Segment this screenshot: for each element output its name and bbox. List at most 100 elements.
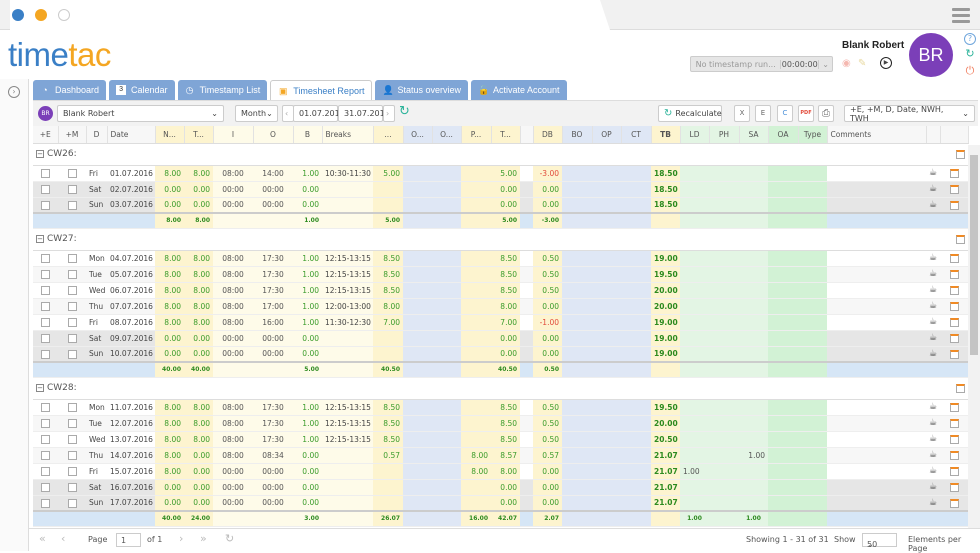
- stop-icon[interactable]: ◉: [842, 58, 851, 69]
- day-detail-icon[interactable]: [949, 402, 959, 412]
- add-e-checkbox[interactable]: [41, 402, 50, 412]
- week-calendar-icon[interactable]: [940, 143, 968, 166]
- break-icon[interactable]: ☕: [929, 184, 937, 194]
- day-detail-icon[interactable]: [949, 285, 959, 295]
- tab-timesheet-report[interactable]: ▣ Timesheet Report: [270, 80, 373, 100]
- column-header[interactable]: O...: [403, 126, 433, 144]
- add-m-checkbox[interactable]: [67, 253, 77, 263]
- column-header[interactable]: O: [253, 126, 294, 144]
- column-header[interactable]: N...: [155, 126, 185, 144]
- prev-page-button[interactable]: ‹: [61, 532, 65, 545]
- add-m-checkbox[interactable]: [67, 168, 77, 178]
- day-detail-icon[interactable]: [949, 349, 959, 359]
- add-e-checkbox[interactable]: [41, 184, 50, 194]
- column-header[interactable]: T...: [184, 126, 214, 144]
- add-e-checkbox[interactable]: [41, 333, 50, 343]
- add-e-checkbox[interactable]: [41, 253, 50, 263]
- window-maximize-button[interactable]: [58, 9, 70, 21]
- break-icon[interactable]: ☕: [929, 269, 937, 279]
- add-m-checkbox[interactable]: [67, 200, 77, 210]
- edit-icon[interactable]: ✎: [858, 58, 866, 69]
- next-page-button[interactable]: ›: [179, 532, 183, 545]
- next-period-button[interactable]: ›: [383, 105, 395, 122]
- add-e-checkbox[interactable]: [41, 450, 50, 460]
- day-detail-icon[interactable]: [949, 317, 959, 327]
- day-detail-icon[interactable]: [949, 333, 959, 343]
- day-detail-icon[interactable]: [949, 418, 959, 428]
- add-m-checkbox[interactable]: [67, 402, 77, 412]
- week-calendar-icon[interactable]: [940, 228, 968, 251]
- day-detail-icon[interactable]: [949, 184, 959, 194]
- add-m-checkbox[interactable]: [67, 482, 77, 492]
- column-header[interactable]: TB: [651, 126, 681, 144]
- play-icon[interactable]: ▶: [880, 57, 892, 69]
- add-e-checkbox[interactable]: [41, 168, 50, 178]
- tab-calendar[interactable]: 3 Calendar: [109, 80, 175, 100]
- add-m-checkbox[interactable]: [67, 418, 77, 428]
- collapse-icon[interactable]: −: [36, 235, 44, 243]
- day-detail-icon[interactable]: [949, 434, 959, 444]
- column-header[interactable]: T...: [491, 126, 521, 144]
- column-header[interactable]: ...: [373, 126, 404, 144]
- refresh-icon[interactable]: ↻: [399, 104, 410, 119]
- column-header[interactable]: +E: [33, 126, 59, 144]
- collapse-icon[interactable]: −: [36, 384, 44, 392]
- menu-icon[interactable]: [952, 8, 970, 26]
- refresh-icon[interactable]: ↻: [964, 48, 976, 60]
- day-detail-icon[interactable]: [949, 450, 959, 460]
- help-icon[interactable]: ?: [964, 33, 976, 45]
- week-group-header[interactable]: − CW27:: [33, 228, 968, 251]
- export-csv-button[interactable]: C: [777, 105, 793, 122]
- week-group-header[interactable]: − CW28:: [33, 377, 968, 400]
- add-e-checkbox[interactable]: [41, 498, 50, 508]
- add-m-checkbox[interactable]: [67, 466, 77, 476]
- tab-timestamp-list[interactable]: ◷ Timestamp List: [177, 80, 268, 100]
- break-icon[interactable]: ☕: [929, 418, 937, 428]
- break-icon[interactable]: ☕: [929, 301, 937, 311]
- column-header[interactable]: P...: [461, 126, 492, 144]
- add-m-checkbox[interactable]: [67, 317, 77, 327]
- column-header[interactable]: D: [86, 126, 108, 144]
- column-header[interactable]: +M: [58, 126, 87, 144]
- add-m-checkbox[interactable]: [67, 184, 77, 194]
- week-group-header[interactable]: − CW26:: [33, 143, 968, 166]
- column-header[interactable]: Type: [798, 126, 828, 144]
- add-m-checkbox[interactable]: [67, 333, 77, 343]
- column-header[interactable]: OA: [768, 126, 799, 144]
- timestamp-status[interactable]: No timestamp run... 00:00:00 ⌄: [690, 56, 833, 72]
- add-e-checkbox[interactable]: [41, 482, 50, 492]
- add-m-checkbox[interactable]: [67, 269, 77, 279]
- export-pdf-button[interactable]: PDF: [798, 105, 814, 122]
- column-header[interactable]: O...: [432, 126, 462, 144]
- column-header[interactable]: [926, 126, 941, 144]
- break-icon[interactable]: ☕: [929, 466, 937, 476]
- column-header[interactable]: OP: [592, 126, 622, 144]
- scrollbar-thumb[interactable]: [970, 155, 978, 355]
- break-icon[interactable]: ☕: [929, 434, 937, 444]
- add-e-checkbox[interactable]: [41, 317, 50, 327]
- break-icon[interactable]: ☕: [929, 402, 937, 412]
- add-e-checkbox[interactable]: [41, 418, 50, 428]
- date-to-input[interactable]: 31.07.2016: [338, 105, 390, 122]
- add-e-checkbox[interactable]: [41, 349, 50, 359]
- column-header[interactable]: LD: [680, 126, 710, 144]
- tab-status-overview[interactable]: 👤 Status overview: [375, 80, 468, 100]
- add-e-checkbox[interactable]: [41, 269, 50, 279]
- chevron-down-icon[interactable]: ⌄: [818, 59, 832, 69]
- column-header[interactable]: [520, 126, 534, 144]
- column-header[interactable]: B: [293, 126, 323, 144]
- power-icon[interactable]: ⏻: [964, 65, 976, 77]
- add-m-checkbox[interactable]: [67, 434, 77, 444]
- add-e-checkbox[interactable]: [41, 434, 50, 444]
- column-header[interactable]: BO: [562, 126, 593, 144]
- day-detail-icon[interactable]: [949, 498, 959, 508]
- avatar[interactable]: BR: [909, 33, 953, 77]
- add-e-checkbox[interactable]: [41, 285, 50, 295]
- column-header[interactable]: [940, 126, 969, 144]
- add-e-checkbox[interactable]: [41, 200, 50, 210]
- day-detail-icon[interactable]: [949, 482, 959, 492]
- column-header[interactable]: CT: [621, 126, 652, 144]
- expand-sidebar-icon[interactable]: ›: [8, 86, 20, 98]
- user-select[interactable]: Blank Robert ⌄: [57, 105, 224, 122]
- column-header[interactable]: DB: [533, 126, 563, 144]
